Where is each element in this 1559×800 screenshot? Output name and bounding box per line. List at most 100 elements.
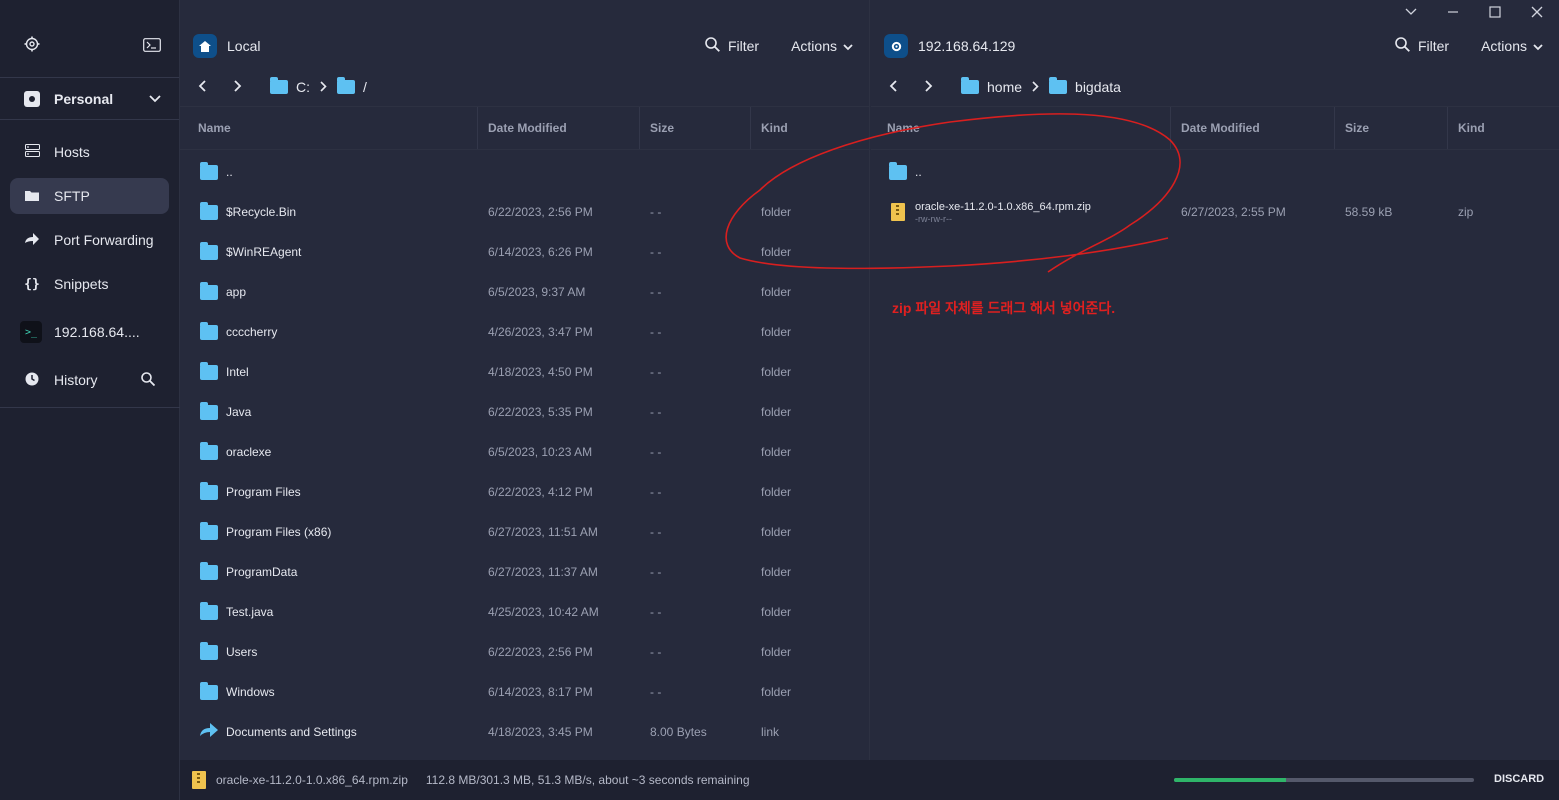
file-size: 58.59 kB: [1345, 205, 1393, 219]
local-pane-header: Local Filter Actions: [180, 0, 869, 68]
file-kind: folder: [761, 285, 792, 299]
actions-button[interactable]: Actions: [791, 38, 853, 54]
table-row[interactable]: oracle-xe-11.2.0-1.0.x86_64.rpm.zip -rw-…: [871, 192, 1559, 232]
filter-button[interactable]: Filter: [1395, 37, 1449, 55]
back-arrow-icon[interactable]: [889, 79, 925, 95]
column-header-date[interactable]: Date Modified: [1171, 107, 1335, 149]
clock-icon: [24, 372, 40, 389]
file-name-cell: ProgramData: [180, 561, 478, 580]
file-name-cell: Test.java: [180, 601, 478, 620]
breadcrumb-item[interactable]: C:: [270, 77, 310, 95]
search-icon: [1395, 37, 1410, 55]
table-row[interactable]: ..: [871, 152, 1559, 192]
folder-icon: [270, 77, 288, 94]
sidebar-item-label: SFTP: [54, 188, 90, 204]
file-name-cell: Java: [180, 401, 478, 420]
column-header-kind[interactable]: Kind: [751, 107, 869, 149]
file-size: - -: [650, 325, 662, 339]
table-row[interactable]: oraclexe 6/5/2023, 10:23 AM - - folder: [180, 432, 869, 472]
file-kind: folder: [761, 325, 792, 339]
file-name-cell: Program Files: [180, 481, 478, 500]
sidebar-item-snippets[interactable]: {} Snippets: [10, 266, 169, 302]
table-row[interactable]: ProgramData 6/27/2023, 11:37 AM - - folder: [180, 552, 869, 592]
table-row[interactable]: Program Files 6/22/2023, 4:12 PM - - folder: [180, 472, 869, 512]
sidebar-item-history[interactable]: History: [10, 362, 169, 398]
table-row[interactable]: Test.java 4/25/2023, 10:42 AM - - folder: [180, 592, 869, 632]
transfer-progress-text: 112.8 MB/301.3 MB, 51.3 MB/s, about ~3 s…: [425, 773, 750, 787]
maximize-icon[interactable]: [1489, 4, 1501, 23]
vault-selector[interactable]: Personal: [0, 78, 179, 120]
table-row[interactable]: Windows 6/14/2023, 8:17 PM - - folder: [180, 672, 869, 712]
file-name: oraclexe: [226, 445, 272, 459]
breadcrumb-item[interactable]: bigdata: [1049, 77, 1121, 95]
file-kind: folder: [761, 365, 792, 379]
forward-arrow-icon[interactable]: [925, 79, 961, 95]
link-arrow-icon: [200, 722, 218, 742]
column-header-name[interactable]: Name: [180, 107, 478, 149]
settings-gear-icon[interactable]: [24, 36, 40, 55]
breadcrumb-item[interactable]: /: [337, 77, 367, 95]
breadcrumb: home bigdata: [871, 68, 1559, 106]
column-header-kind[interactable]: Kind: [1448, 107, 1559, 149]
table-row[interactable]: Documents and Settings 4/18/2023, 3:45 PM…: [180, 712, 869, 752]
sidebar-nav: Hosts SFTP Port Forwarding {} Snippets >…: [0, 120, 179, 398]
search-icon[interactable]: [141, 371, 156, 389]
column-header-size[interactable]: Size: [640, 107, 751, 149]
table-row[interactable]: Users 6/22/2023, 2:56 PM - - folder: [180, 632, 869, 672]
file-name-cell: app: [180, 281, 478, 300]
table-row[interactable]: app 6/5/2023, 9:37 AM - - folder: [180, 272, 869, 312]
chevron-down-icon[interactable]: [1405, 4, 1417, 23]
file-size: - -: [650, 685, 662, 699]
table-row[interactable]: $Recycle.Bin 6/22/2023, 2:56 PM - - folder: [180, 192, 869, 232]
file-size: - -: [650, 565, 662, 579]
filter-label: Filter: [727, 38, 760, 54]
forward-arrow-icon[interactable]: [234, 79, 270, 95]
table-row[interactable]: ccccherry 4/26/2023, 3:47 PM - - folder: [180, 312, 869, 352]
window-controls: [1405, 4, 1543, 23]
sidebar-item-hosts[interactable]: Hosts: [10, 134, 169, 170]
actions-button[interactable]: Actions: [1481, 38, 1543, 54]
folder-icon: [200, 481, 218, 500]
column-header-name[interactable]: Name: [871, 107, 1171, 149]
file-size: - -: [650, 205, 662, 219]
table-row[interactable]: Program Files (x86) 6/27/2023, 11:51 AM - …: [180, 512, 869, 552]
file-kind: folder: [761, 485, 792, 499]
close-icon[interactable]: [1531, 4, 1543, 23]
folder-icon: [200, 441, 218, 460]
breadcrumb-item[interactable]: home: [961, 77, 1022, 95]
file-name-cell: oracle-xe-11.2.0-1.0.x86_64.rpm.zip -rw-…: [871, 200, 1171, 225]
breadcrumb: C: /: [180, 68, 869, 106]
file-name: ccccherry: [226, 325, 278, 339]
table-row[interactable]: Intel 4/18/2023, 4:50 PM - - folder: [180, 352, 869, 392]
terminal-window-icon[interactable]: [143, 38, 161, 55]
vault-icon: [24, 90, 40, 107]
home-icon: [193, 34, 217, 58]
column-header-date[interactable]: Date Modified: [478, 107, 640, 149]
discard-button[interactable]: DISCARD: [1494, 773, 1544, 785]
table-row[interactable]: $WinREAgent 6/14/2023, 6:26 PM - - folder: [180, 232, 869, 272]
filter-button[interactable]: Filter: [705, 37, 759, 55]
folder-icon: [889, 161, 907, 180]
chevron-down-icon: [149, 91, 161, 106]
file-name: Windows: [226, 685, 275, 699]
sidebar-item-sftp[interactable]: SFTP: [10, 178, 169, 214]
table-row[interactable]: Java 6/22/2023, 5:35 PM - - folder: [180, 392, 869, 432]
file-date: 6/27/2023, 2:55 PM: [1181, 205, 1286, 219]
folder-icon: [200, 401, 218, 420]
sidebar-item-label: Snippets: [54, 276, 109, 292]
sidebar-item-port-forwarding[interactable]: Port Forwarding: [10, 222, 169, 258]
file-name-cell: ..: [871, 161, 1171, 180]
back-arrow-icon[interactable]: [198, 79, 234, 95]
folder-icon: [961, 77, 979, 94]
breadcrumb-label: /: [363, 79, 367, 95]
file-kind: folder: [761, 685, 792, 699]
file-kind: folder: [761, 445, 792, 459]
table-row[interactable]: ..: [180, 152, 869, 192]
chevron-down-icon: [843, 38, 853, 54]
minimize-icon[interactable]: [1447, 4, 1459, 23]
sidebar-item-host-session[interactable]: >_ 192.168.64....: [10, 314, 169, 350]
column-header-size[interactable]: Size: [1335, 107, 1448, 149]
file-name-cell: ..: [180, 161, 478, 180]
file-date: 6/14/2023, 8:17 PM: [488, 685, 593, 699]
file-kind: folder: [761, 565, 792, 579]
